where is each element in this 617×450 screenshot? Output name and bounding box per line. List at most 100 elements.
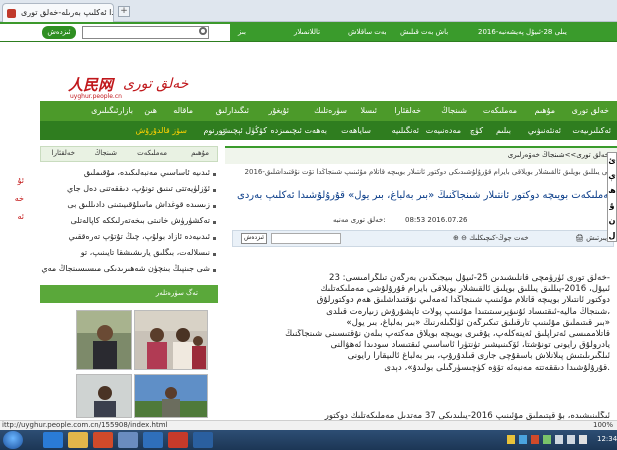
- nav-item[interactable]: ھىن: [144, 106, 157, 115]
- zoom-level[interactable]: 100%: [593, 421, 613, 430]
- app-icon[interactable]: [168, 432, 188, 448]
- list-item-text[interactable]: زىسىدە قوغداش ماسلۇقىيىتىنى دادىللىق بى: [67, 200, 210, 209]
- side-red-line: ئە: [17, 212, 24, 221]
- tool-search-button[interactable]: ئىزدەش: [241, 233, 267, 244]
- tray-icon[interactable]: [543, 435, 551, 444]
- list-item-text[interactable]: نىسلالەت، بىگلىق يارىشىشقا تايىنىپ، تو: [81, 248, 210, 257]
- body-line: «بىر قىتىملىق مۇئىنىپ تارقىلىق تىكىرگەن …: [346, 317, 610, 328]
- side-red-text: ئۇ خە ئە: [0, 172, 24, 226]
- list-item-text[interactable]: تەكشۈرۈش خانىتى بىخەتەرلىككە كاپالەتلى: [71, 216, 210, 225]
- photo-thumbnail[interactable]: [76, 374, 132, 418]
- search-button[interactable]: ئىزدەش: [42, 26, 76, 39]
- article-source: خەلق تورى مەنبە:: [333, 216, 386, 224]
- nav-item[interactable]: ئىسلا: [360, 106, 377, 115]
- tray-icon[interactable]: [507, 435, 515, 444]
- bullet-icon: [213, 269, 216, 272]
- article-body: خەلق تورى ئۈرۈمچى قانلىشىدىن 25-ئىيۇل بى…: [238, 273, 610, 374]
- top-link-home[interactable]: باش بەت قىلىش: [400, 28, 448, 36]
- tool-search-field[interactable]: [271, 233, 341, 244]
- app-icon[interactable]: [118, 432, 138, 448]
- network-icon[interactable]: [567, 435, 575, 444]
- list-item-text[interactable]: ئىدىيە ئاساسىي مەنبەلىكىدە، مۇقىملىق: [84, 168, 210, 177]
- left-tab-international[interactable]: خەلقئارا: [52, 149, 75, 157]
- left-tab-national[interactable]: مەملىكەت: [137, 149, 167, 157]
- breadcrumb[interactable]: خەلق تورى>>شىنجاڭ خەۋەرلىرى: [225, 146, 617, 164]
- bullet-icon: [213, 237, 216, 240]
- word-icon[interactable]: [143, 432, 163, 448]
- list-item[interactable]: ئىدىيە ئاساسىي مەنبەلىكىدە، مۇقىملىق: [40, 168, 218, 184]
- subnav-item[interactable]: بىلىم: [496, 126, 511, 135]
- photo-thumbnail[interactable]: [134, 374, 208, 418]
- float-char: ھ: [608, 186, 616, 195]
- top-link-favorites[interactable]: تاللانمىلار: [294, 28, 320, 36]
- tray-icon[interactable]: [531, 435, 539, 444]
- font-size-control[interactable]: ⊕ ⊖ خەت چوڭ-كىچىكلىك: [453, 234, 529, 242]
- left-tab-important[interactable]: مۇھىم: [191, 149, 209, 157]
- site-logo[interactable]: 人民网: [68, 74, 116, 94]
- site-logo-uyghur[interactable]: خەلق تورى: [123, 76, 188, 92]
- left-tabs: مۇھىم مەملىكەت شىنجاڭ خەلقئارا: [40, 146, 218, 162]
- print-icon: 🖨: [574, 234, 584, 242]
- nav-item[interactable]: مۇھىم: [535, 106, 555, 115]
- body-line: قاتلاممىسى ئەتراپلىق ئەينەكلەپ، يۇقىرى ب…: [285, 328, 610, 339]
- system-tray: [505, 433, 595, 447]
- subnav-item[interactable]: مەدەنىيەت: [426, 126, 461, 135]
- list-item-text[interactable]: ئىدىيەدە ئازاد بولۇپ، چىڭ تۇتۇپ تەرەققىي: [69, 232, 210, 241]
- subnav-item-highlight[interactable]: سۆز قالدۇرۇش: [136, 126, 188, 135]
- subnav-item[interactable]: ئەنئەنىۋىي: [528, 126, 561, 135]
- photo-thumbnail[interactable]: [76, 310, 132, 370]
- subnav-item[interactable]: كۆڭۈل ئېچىش: [220, 126, 267, 135]
- os-taskbar: 12:34: [0, 430, 617, 450]
- speaker-icon[interactable]: [555, 435, 563, 444]
- right-float-banner[interactable]: ئ ې ھ ۇ ن ل: [607, 152, 617, 242]
- browser-tab-bar: قۇرۇلۇشىدا ئەكلىپ بەرىلە-خەلق تورى +: [0, 0, 617, 22]
- nav-item[interactable]: شىنجاڭ: [441, 106, 467, 115]
- nav-item[interactable]: خەلق تورى: [572, 106, 609, 115]
- app-icon[interactable]: [93, 432, 113, 448]
- clock[interactable]: 12:34: [597, 435, 617, 443]
- left-tab-xinjiang[interactable]: شىنجاڭ: [94, 149, 117, 157]
- subnav-item[interactable]: كۈچ: [470, 126, 483, 135]
- subnav-item[interactable]: ئەكىلىرىيەت: [572, 126, 611, 135]
- app-icon[interactable]: [193, 432, 213, 448]
- photo-thumbnail[interactable]: [134, 310, 208, 370]
- float-char: ې: [608, 171, 616, 180]
- start-button-icon[interactable]: [3, 431, 23, 449]
- nav-item[interactable]: سۈرەتلىك: [314, 106, 347, 115]
- flag-icon[interactable]: [579, 435, 587, 444]
- search-input[interactable]: [82, 26, 209, 39]
- zoom-icon: ⊕ ⊖: [453, 234, 467, 242]
- search-icon[interactable]: [199, 27, 207, 35]
- subnav-item[interactable]: ئەنگىلىيە: [392, 126, 419, 135]
- list-item[interactable]: شى جىنپىڭ بىنچۈن شەھىرىدىكى مىسىسىنجاڭ م…: [40, 264, 218, 280]
- top-date: 2016-يىلى 28-ئىيۇل پەيشەنبە: [478, 28, 567, 36]
- subnav-item[interactable]: بەھەت ئىچىمىزدە: [270, 126, 327, 135]
- top-link-we[interactable]: بىز: [238, 28, 246, 36]
- list-item[interactable]: نىسلالەت، بىگلىق يارىشىشقا تايىنىپ، تو: [40, 248, 218, 264]
- top-link-save[interactable]: بەت ساقلاش: [348, 28, 387, 36]
- folder-icon[interactable]: [68, 432, 88, 448]
- list-item[interactable]: تەكشۈرۈش خانىتى بىخەتەرلىككە كاپالەتلى: [40, 216, 218, 232]
- nav-item[interactable]: ئىگىدارلىق: [216, 106, 249, 115]
- browser-tab[interactable]: قۇرۇلۇشىدا ئەكلىپ بەرىلە-خەلق تورى: [2, 3, 114, 22]
- float-char: ن: [608, 216, 616, 225]
- list-item-text[interactable]: ئۆزلۈيەتتى تىنىق تونۇپ، دىققەتنى دەل جاي: [67, 184, 210, 193]
- article-headline: مەملىكەت بويىچە دوكتور ئانتىلار شىنجاڭنى…: [237, 190, 614, 201]
- list-item[interactable]: ئۆزلۈيەتتى تىنىق تونۇپ، دىققەتنى دەل جاي: [40, 184, 218, 200]
- list-item-text[interactable]: شى جىنپىڭ بىنچۈن شەھىرىدىكى مىسىسىنجاڭ م…: [41, 264, 210, 273]
- nav-item[interactable]: ئۇيغۇر: [269, 106, 289, 115]
- nav-item[interactable]: مەملىكەت: [483, 106, 517, 115]
- list-item[interactable]: زىسىدە قوغداش ماسلۇقىيىتىنى دادىللىق بى: [40, 200, 218, 216]
- nav-item[interactable]: بازارئىگىلىرى: [91, 106, 133, 115]
- subnav-item[interactable]: تورنوم: [203, 126, 225, 135]
- tray-icon[interactable]: [519, 435, 527, 444]
- nav-item[interactable]: خەلقئارا: [394, 106, 421, 115]
- new-tab-button[interactable]: +: [118, 6, 130, 17]
- ie-icon[interactable]: [43, 432, 63, 448]
- subnav-item[interactable]: ساياھەت: [341, 126, 371, 135]
- print-control[interactable]: 🖨 يىرتىش: [575, 234, 607, 242]
- article-toolbar: ئىزدەش ⊕ ⊖ خەت چوڭ-كىچىكلىك 🖨 يىرتىش: [232, 230, 614, 247]
- browser-status-bar: ittp://uyghur.people.com.cn/155908/index…: [0, 420, 617, 430]
- nav-item[interactable]: ماقالە: [173, 106, 193, 115]
- list-item[interactable]: ئىدىيەدە ئازاد بولۇپ، چىڭ تۇتۇپ تەرەققىي: [40, 232, 218, 248]
